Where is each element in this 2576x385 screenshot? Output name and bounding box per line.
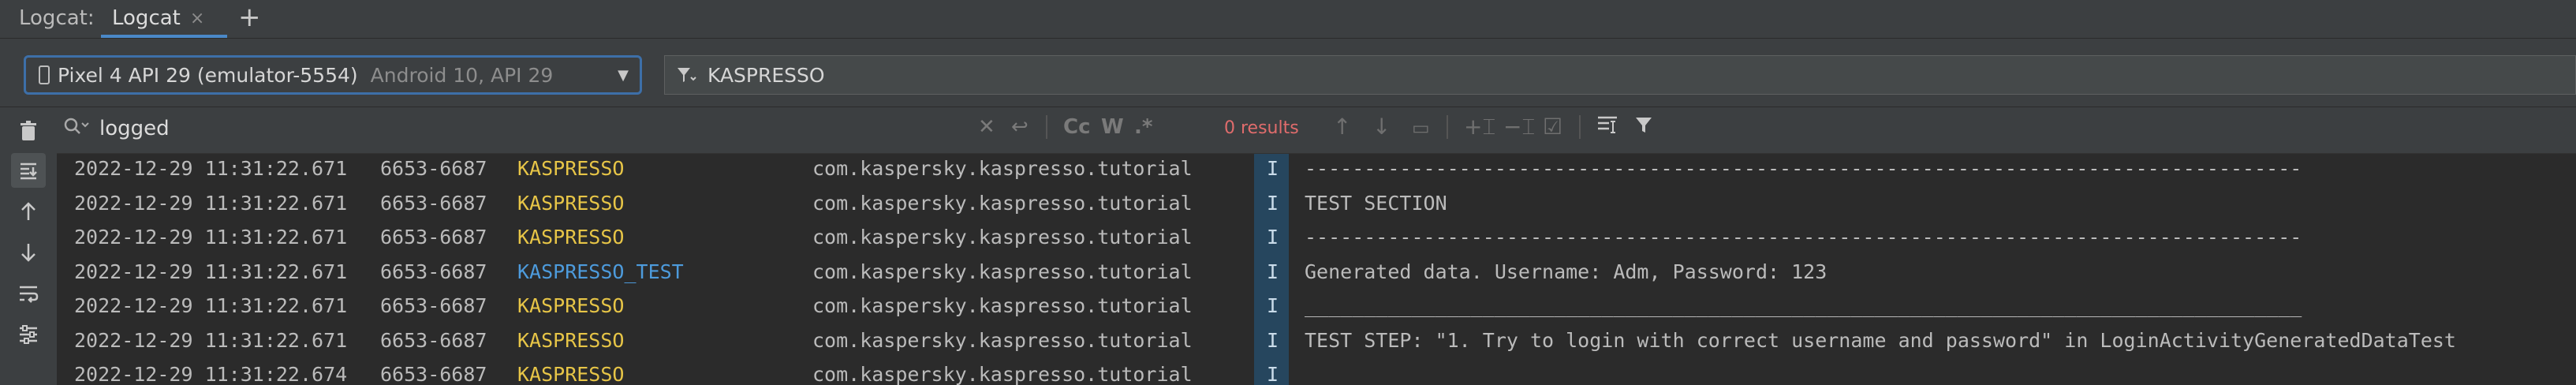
log-timestamp: 2022-12-29 11:31:22.674 bbox=[74, 363, 348, 385]
funnel-icon[interactable] bbox=[1634, 114, 1653, 140]
log-row[interactable]: 2022-12-29 11:31:22.671 6653-6687 KASPRESS… bbox=[57, 326, 2576, 361]
previous-occurrence-icon[interactable]: ↑ bbox=[1333, 114, 1351, 140]
add-tab-button[interactable]: + bbox=[238, 2, 261, 33]
log-package: com.kaspersky.kaspresso.tutorial bbox=[812, 328, 1193, 352]
filter-search-results-icon[interactable]: ▭ bbox=[1412, 117, 1430, 139]
log-tag: KASPRESSO bbox=[517, 157, 625, 180]
search-bar bbox=[57, 107, 2576, 154]
arrow-up-icon[interactable] bbox=[11, 194, 46, 229]
log-row[interactable]: 2022-12-29 11:31:22.674 6653-6687 KASPRESS… bbox=[57, 360, 2576, 385]
next-occurrence-icon[interactable]: ↓ bbox=[1372, 114, 1391, 140]
tab-label: Logcat bbox=[112, 6, 181, 30]
log-level: I bbox=[1267, 191, 1279, 215]
log-message: TEST SECTION bbox=[1305, 191, 1447, 215]
remove-selection-icon[interactable]: −⌶ bbox=[1503, 114, 1535, 140]
log-tag: KASPRESSO bbox=[517, 328, 625, 352]
log-level: I bbox=[1267, 328, 1279, 352]
side-toolbar bbox=[0, 107, 58, 385]
log-message: ----------------------------------------… bbox=[1305, 226, 2302, 249]
log-pid: 6653-6687 bbox=[380, 260, 487, 283]
log-package: com.kaspersky.kaspresso.tutorial bbox=[812, 363, 1193, 385]
log-package: com.kaspersky.kaspresso.tutorial bbox=[812, 260, 1193, 283]
log-package: com.kaspersky.kaspresso.tutorial bbox=[812, 294, 1193, 317]
log-timestamp: 2022-12-29 11:31:22.671 bbox=[74, 294, 348, 317]
log-row[interactable]: 2022-12-29 11:31:22.671 6653-6687 KASPRESS… bbox=[57, 257, 2576, 292]
close-icon[interactable]: × bbox=[190, 9, 204, 28]
log-package: com.kaspersky.kaspresso.tutorial bbox=[812, 191, 1193, 215]
search-icon bbox=[63, 117, 90, 142]
format-icon[interactable] bbox=[1596, 114, 1618, 140]
new-line-icon[interactable]: ↩ bbox=[1011, 115, 1029, 139]
log-message: ----------------------------------------… bbox=[1305, 157, 2302, 180]
device-name: Pixel 4 API 29 (emulator-5554) bbox=[58, 63, 358, 87]
log-tag: KASPRESSO bbox=[517, 294, 625, 317]
active-tab-indicator bbox=[101, 35, 227, 38]
match-case-toggle[interactable]: Cc bbox=[1063, 115, 1091, 139]
search-results-count: 0 results bbox=[1224, 118, 1299, 138]
chevron-down-icon: ▼ bbox=[618, 67, 629, 84]
add-selection-icon[interactable]: +⌶ bbox=[1464, 114, 1495, 140]
log-pid: 6653-6687 bbox=[380, 294, 487, 317]
scroll-to-end-icon[interactable] bbox=[11, 153, 46, 188]
divider bbox=[1579, 115, 1581, 139]
log-pid: 6653-6687 bbox=[380, 363, 487, 385]
filter-input[interactable]: KASPRESSO bbox=[664, 55, 2576, 95]
divider bbox=[1046, 115, 1047, 139]
log-timestamp: 2022-12-29 11:31:22.671 bbox=[74, 191, 348, 215]
log-tag: KASPRESSO bbox=[517, 363, 625, 385]
soft-wrap-icon[interactable] bbox=[11, 276, 46, 311]
log-level: I bbox=[1267, 157, 1279, 180]
log-pid: 6653-6687 bbox=[380, 191, 487, 215]
log-rows: 2022-12-29 11:31:22.671 6653-6687 KASPRESS… bbox=[57, 154, 2576, 385]
log-tag: KASPRESSO bbox=[517, 191, 625, 215]
log-message: ________________________________________… bbox=[1305, 363, 2302, 385]
log-row[interactable]: 2022-12-29 11:31:22.671 6653-6687 KASPRESS… bbox=[57, 154, 2576, 189]
log-row[interactable]: 2022-12-29 11:31:22.671 6653-6687 KASPRESS… bbox=[57, 189, 2576, 223]
log-level: I bbox=[1267, 226, 1279, 249]
device-detail: Android 10, API 29 bbox=[370, 63, 554, 87]
log-message: ________________________________________… bbox=[1305, 294, 2302, 317]
tab-logcat[interactable]: Logcat × bbox=[101, 0, 215, 36]
log-tag: KASPRESSO_TEST bbox=[517, 260, 684, 283]
phone-icon bbox=[39, 65, 50, 84]
log-message: Generated data. Username: Adm, Password:… bbox=[1305, 260, 1827, 283]
log-timestamp: 2022-12-29 11:31:22.671 bbox=[74, 157, 348, 180]
clear-search-icon[interactable]: ✕ bbox=[978, 115, 995, 139]
log-timestamp: 2022-12-29 11:31:22.671 bbox=[74, 260, 348, 283]
log-level: I bbox=[1267, 363, 1279, 385]
log-timestamp: 2022-12-29 11:31:22.671 bbox=[74, 226, 348, 249]
regex-toggle[interactable]: .* bbox=[1134, 115, 1152, 139]
divider bbox=[1447, 115, 1448, 139]
log-timestamp: 2022-12-29 11:31:22.671 bbox=[74, 328, 348, 352]
log-package: com.kaspersky.kaspresso.tutorial bbox=[812, 157, 1193, 180]
device-selector[interactable]: Pixel 4 API 29 (emulator-5554) Android 1… bbox=[24, 55, 642, 95]
log-level: I bbox=[1267, 294, 1279, 317]
trash-icon[interactable] bbox=[11, 114, 46, 148]
log-row[interactable]: 2022-12-29 11:31:22.671 6653-6687 KASPRESS… bbox=[57, 222, 2576, 257]
log-row[interactable]: 2022-12-29 11:31:22.671 6653-6687 KASPRESS… bbox=[57, 291, 2576, 326]
search-input[interactable]: logged bbox=[99, 117, 170, 140]
log-pid: 6653-6687 bbox=[380, 157, 487, 180]
filter-value: KASPRESSO bbox=[707, 63, 825, 87]
words-toggle[interactable]: W bbox=[1101, 115, 1124, 139]
filter-icon bbox=[678, 68, 696, 82]
arrow-down-icon[interactable] bbox=[11, 235, 46, 270]
log-pid: 6653-6687 bbox=[380, 328, 487, 352]
log-pid: 6653-6687 bbox=[380, 226, 487, 249]
log-level: I bbox=[1267, 260, 1279, 283]
tool-window-header bbox=[0, 0, 2576, 39]
log-package: com.kaspersky.kaspresso.tutorial bbox=[812, 226, 1193, 249]
select-all-occurrences-icon[interactable]: ☑ bbox=[1543, 114, 1562, 140]
settings-icon[interactable] bbox=[11, 317, 46, 352]
log-message: TEST STEP: "1. Try to login with correct… bbox=[1305, 328, 2456, 352]
tool-window-title: Logcat: bbox=[19, 6, 95, 30]
log-tag: KASPRESSO bbox=[517, 226, 625, 249]
